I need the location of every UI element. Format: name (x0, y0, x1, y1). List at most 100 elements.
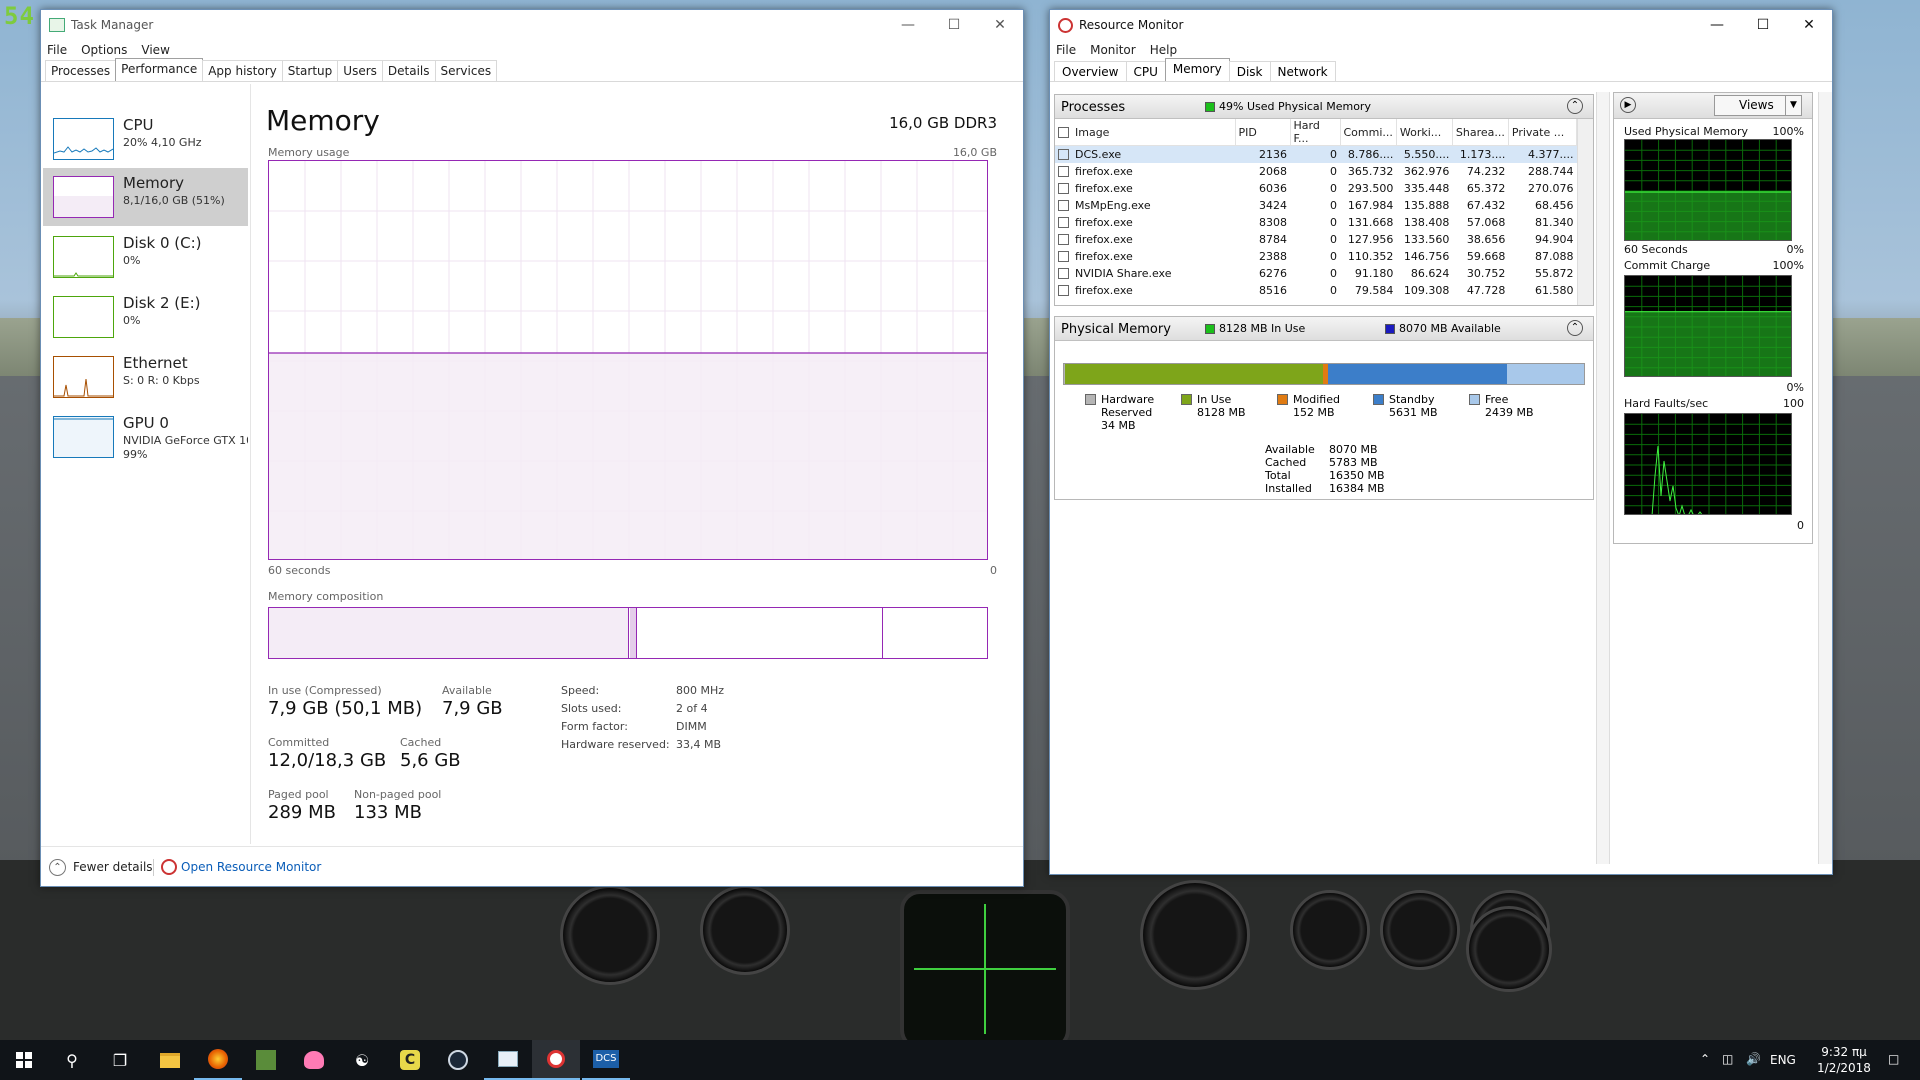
close-button[interactable]: ✕ (1786, 10, 1832, 40)
tab-users[interactable]: Users (337, 60, 383, 81)
sidebar-item-cpu[interactable]: CPU 20% 4,10 GHz (43, 110, 248, 168)
physical-memory-panel: Physical Memory 8128 MB In Use 8070 MB A… (1054, 316, 1594, 500)
tab-memory[interactable]: Memory (1164, 58, 1230, 81)
app-icon-c[interactable]: C (386, 1040, 434, 1080)
notification-icon[interactable]: □ (1888, 1052, 1899, 1066)
close-button[interactable]: ✕ (977, 10, 1023, 40)
show-hidden-icons[interactable]: ⌃ (1700, 1052, 1710, 1066)
language-indicator[interactable]: ENG (1770, 1053, 1796, 1067)
table-row[interactable]: NVIDIA Share.exe 6276 0 91.180 86.624 30.752 5… (1055, 265, 1577, 282)
column-private[interactable]: Private ... (1508, 119, 1577, 146)
tab-processes[interactable]: Processes (45, 60, 117, 81)
tab-app-history[interactable]: App history (202, 60, 283, 81)
table-row[interactable]: firefox.exe 8308 0 131.668 138.408 57.068 81.3… (1055, 214, 1577, 231)
task-manager-app-icon (49, 18, 65, 32)
app-icon-octopus[interactable] (290, 1040, 338, 1080)
tab-performance[interactable]: Performance (115, 58, 204, 81)
physical-memory-panel-header[interactable]: Physical Memory 8128 MB In Use 8070 MB A… (1055, 317, 1593, 341)
sidebar-item-disk-2[interactable]: Disk 2 (E:) 0% (43, 288, 248, 346)
table-row[interactable]: firefox.exe 8784 0 127.956 133.560 38.656 94.9… (1055, 231, 1577, 248)
views-button[interactable]: Views ▼ (1714, 95, 1802, 116)
sidebar-item-disk-0[interactable]: Disk 0 (C:) 0% (43, 228, 248, 286)
process-value-cell: 131.668 (1347, 215, 1394, 229)
file-explorer-icon[interactable] (146, 1040, 194, 1080)
task-view-icon[interactable]: ❐ (96, 1040, 144, 1080)
open-resource-monitor-link[interactable]: Open Resource Monitor (181, 860, 321, 874)
tab-startup[interactable]: Startup (281, 60, 339, 81)
menu-monitor[interactable]: Monitor (1090, 43, 1136, 57)
app-icon-green[interactable] (242, 1040, 290, 1080)
process-checkbox[interactable] (1058, 149, 1069, 161)
sidebar-item-ethernet[interactable]: Ethernet S: 0 R: 0 Kbps (43, 348, 248, 406)
collapse-icon[interactable]: ⌃ (1567, 320, 1583, 336)
sidebar-item-name: Disk 0 (C:) (123, 234, 202, 252)
resource-monitor-taskbar-icon[interactable] (532, 1040, 580, 1080)
headset-icon[interactable]: ☯ (338, 1040, 386, 1080)
column-image[interactable]: Image (1055, 119, 1236, 146)
fewer-details-link[interactable]: Fewer details (73, 860, 153, 874)
process-checkbox[interactable] (1058, 166, 1069, 177)
table-row[interactable]: MsMpEng.exe 3424 0 167.984 135.888 67.432 68.4… (1055, 197, 1577, 214)
performance-sidebar: CPU 20% 4,10 GHz Memory 8,1/16,0 GB (51%… (41, 84, 251, 844)
process-checkbox[interactable] (1058, 285, 1069, 296)
column-hard-faults[interactable]: Hard F... (1290, 119, 1341, 146)
column-working-set[interactable]: Worki... (1396, 119, 1453, 146)
tab-details[interactable]: Details (381, 60, 436, 81)
table-row[interactable]: firefox.exe 2068 0 365.732 362.976 74.232 288.… (1055, 163, 1577, 180)
column-commit[interactable]: Commi... (1340, 119, 1397, 146)
start-button[interactable] (0, 1040, 48, 1080)
select-all-checkbox[interactable] (1058, 127, 1069, 138)
process-checkbox[interactable] (1058, 217, 1069, 228)
collapse-icon[interactable]: ⌃ (1567, 98, 1583, 114)
sidebar-item-memory[interactable]: Memory 8,1/16,0 GB (51%) (43, 168, 248, 226)
composition-standby (636, 608, 883, 658)
minimize-button[interactable]: — (885, 10, 931, 40)
clock-date[interactable]: 1/2/2018 (1814, 1061, 1874, 1075)
volume-icon[interactable]: 🔊 (1746, 1052, 1761, 1066)
task-manager-taskbar-icon[interactable] (484, 1040, 532, 1080)
dcs-taskbar-icon[interactable]: DCS (582, 1040, 630, 1080)
steam-icon[interactable] (434, 1040, 482, 1080)
composition-in-use (269, 608, 629, 658)
maximize-button[interactable]: ☐ (1740, 10, 1786, 40)
column-shareable[interactable]: Sharea... (1452, 119, 1509, 146)
tab-network[interactable]: Network (1269, 61, 1336, 81)
process-checkbox[interactable] (1058, 234, 1069, 245)
tab-overview[interactable]: Overview (1054, 61, 1127, 81)
physical-memory-bar (1063, 363, 1585, 385)
tab-services[interactable]: Services (434, 60, 498, 81)
firefox-icon[interactable] (194, 1040, 242, 1080)
menu-view[interactable]: View (141, 43, 169, 57)
main-scrollbar[interactable] (1596, 92, 1610, 864)
table-row[interactable]: firefox.exe 2388 0 110.352 146.756 59.668 87.0… (1055, 248, 1577, 265)
task-manager-titlebar[interactable]: Task Manager — ☐ ✕ (41, 10, 1023, 40)
table-row[interactable]: DCS.exe 2136 0 8.786.... 5.550.... 1.173.... 4… (1055, 145, 1577, 163)
network-icon[interactable]: ◫ (1722, 1052, 1733, 1066)
process-checkbox[interactable] (1058, 251, 1069, 262)
table-row[interactable]: firefox.exe 6036 0 293.500 335.448 65.372 270.… (1055, 180, 1577, 197)
processes-panel-header[interactable]: Processes 49% Used Physical Memory ⌃ (1055, 95, 1593, 119)
resource-monitor-titlebar[interactable]: Resource Monitor — ☐ ✕ (1050, 10, 1832, 40)
process-checkbox[interactable] (1058, 268, 1069, 279)
process-checkbox[interactable] (1058, 183, 1069, 194)
menu-file[interactable]: File (47, 43, 67, 57)
menu-help[interactable]: Help (1150, 43, 1177, 57)
legend-swatch (1085, 394, 1096, 405)
menu-file[interactable]: File (1056, 43, 1076, 57)
tab-cpu[interactable]: CPU (1125, 61, 1166, 81)
sidebar-item-gpu-0[interactable]: GPU 0 NVIDIA GeForce GTX 10 99% (43, 408, 248, 466)
maximize-button[interactable]: ☐ (931, 10, 977, 40)
process-table-scrollbar[interactable] (1577, 119, 1593, 305)
clock-time[interactable]: 9:32 πμ (1814, 1045, 1874, 1059)
menu-options[interactable]: Options (81, 43, 127, 57)
table-row[interactable]: firefox.exe 8516 0 79.584 109.308 47.728 61.58… (1055, 282, 1577, 299)
column-pid[interactable]: PID (1235, 119, 1291, 146)
minimize-button[interactable]: — (1694, 10, 1740, 40)
right-scrollbar[interactable] (1818, 92, 1832, 864)
process-checkbox[interactable] (1058, 200, 1069, 211)
expand-icon[interactable]: ▶ (1620, 97, 1636, 113)
tab-disk[interactable]: Disk (1228, 61, 1271, 81)
resource-monitor-tabs: Overview CPU Memory Disk Network (1050, 58, 1832, 82)
search-icon[interactable]: ⚲ (48, 1040, 96, 1080)
fewer-details-icon[interactable]: ⌃ (49, 859, 66, 876)
